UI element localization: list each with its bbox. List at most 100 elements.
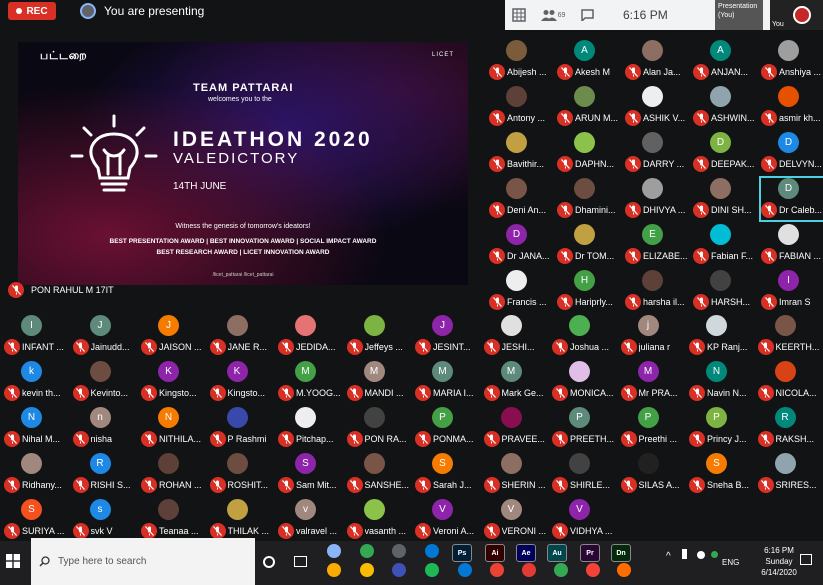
ae-app-icon[interactable]: Ae — [516, 544, 536, 562]
tray-chevron-icon[interactable]: ^ — [666, 551, 671, 562]
participant-tile[interactable]: s svk V — [71, 497, 141, 543]
pinned-app-icon[interactable] — [490, 563, 504, 577]
participant-tile[interactable]: Joshua ... — [550, 313, 620, 359]
dn-app-icon[interactable]: Dn — [611, 544, 631, 562]
participant-tile[interactable]: PRAVEE... — [482, 405, 552, 451]
participant-tile[interactable]: M Mark Ge... — [482, 359, 552, 405]
participant-tile[interactable]: S Sneha B... — [687, 451, 757, 497]
participant-tile[interactable]: Ridhany... — [2, 451, 72, 497]
participant-tile[interactable]: J Jainudd... — [71, 313, 141, 359]
participant-tile[interactable]: harsha il... — [623, 268, 693, 314]
pinned-app-icon[interactable] — [458, 563, 472, 577]
pinned-app-icon[interactable] — [586, 563, 600, 577]
participant-tile[interactable]: N Navin N... — [687, 359, 757, 405]
participant-tile[interactable]: Jeffeys ... — [345, 313, 415, 359]
participant-tile[interactable]: M MARIA I... — [413, 359, 483, 405]
au-app-icon[interactable]: Au — [547, 544, 567, 562]
participant-tile[interactable]: Alan Ja... — [623, 38, 693, 84]
participant-tile[interactable]: JANE R... — [208, 313, 278, 359]
participant-tile[interactable]: MONICA... — [550, 359, 620, 405]
self-video-tile[interactable]: You — [770, 0, 823, 30]
participant-tile[interactable]: JESHI... — [482, 313, 552, 359]
participant-tile[interactable]: k kevin th... — [2, 359, 72, 405]
participant-tile[interactable]: SRIRES... — [756, 451, 823, 497]
windows-start-icon[interactable] — [6, 554, 20, 573]
participant-tile[interactable]: D DELVYN... — [759, 130, 823, 176]
participant-tile[interactable]: R RISHI S... — [71, 451, 141, 497]
pinned-app-icon[interactable] — [392, 563, 406, 577]
participant-tile[interactable]: M M.YOOG... — [276, 359, 346, 405]
participant-tile[interactable]: ASHWIN... — [691, 84, 761, 130]
pr-app-icon[interactable]: Pr — [580, 544, 600, 562]
participant-tile[interactable]: KEERTH... — [756, 313, 823, 359]
ps-app-icon[interactable]: Ps — [452, 544, 472, 562]
participant-tile[interactable]: J JAISON ... — [139, 313, 209, 359]
participant-tile[interactable]: Deni An... — [487, 176, 557, 222]
system-clock[interactable]: 6:16 PM Sunday 6/14/2020 — [735, 541, 823, 585]
taskbar-search[interactable]: Type here to search — [31, 538, 255, 585]
participant-tile[interactable]: ROHAN ... — [139, 451, 209, 497]
participant-tile[interactable]: D DEEPAK... — [691, 130, 761, 176]
pinned-app-icon[interactable] — [360, 563, 374, 577]
participant-tile[interactable]: JEDIDA... — [276, 313, 346, 359]
participant-tile[interactable]: D Dr Caleb... — [759, 176, 823, 222]
pinned-app-icon[interactable] — [425, 563, 439, 577]
participant-tile[interactable]: J JESINT... — [413, 313, 483, 359]
participant-tile[interactable]: Kevinto... — [71, 359, 141, 405]
participant-tile[interactable]: S SURIYA ... — [2, 497, 72, 543]
pinned-app-icon[interactable] — [327, 544, 341, 558]
participant-tile[interactable]: Fabian F... — [691, 222, 761, 268]
participant-tile[interactable]: I Imran S — [759, 268, 823, 314]
participant-tile[interactable]: FABIAN ... — [759, 222, 823, 268]
participant-tile[interactable]: Dr TOM... — [555, 222, 625, 268]
participant-tile[interactable]: M Mr PRA... — [619, 359, 689, 405]
participant-tile[interactable]: vasanth ... — [345, 497, 415, 543]
participant-tile[interactable]: n nisha — [71, 405, 141, 451]
participant-tile[interactable]: P Preethi ... — [619, 405, 689, 451]
participant-tile[interactable]: DHIVYA ... — [623, 176, 693, 222]
participant-tile[interactable]: SANSHE... — [345, 451, 415, 497]
pinned-app-icon[interactable] — [554, 563, 568, 577]
participant-tile[interactable]: H Hariprly... — [555, 268, 625, 314]
participant-tile[interactable]: THILAK ... — [208, 497, 278, 543]
participant-tile[interactable]: M MANDI ... — [345, 359, 415, 405]
cortana-icon[interactable] — [263, 556, 275, 568]
participant-tile[interactable]: HARSH... — [691, 268, 761, 314]
battery-icon[interactable] — [682, 549, 687, 559]
people-button[interactable]: 69 — [533, 0, 573, 30]
participant-tile[interactable]: P Rashmi — [208, 405, 278, 451]
participant-tile[interactable]: P PONMA... — [413, 405, 483, 451]
participant-tile[interactable]: I INFANT ... — [2, 313, 72, 359]
participant-tile[interactable]: j juliana r — [619, 313, 689, 359]
pinned-app-icon[interactable] — [425, 544, 439, 558]
participant-tile[interactable]: A ANJAN... — [691, 38, 761, 84]
participant-tile[interactable]: DINI SH... — [691, 176, 761, 222]
ai-app-icon[interactable]: Ai — [485, 544, 505, 562]
participant-tile[interactable]: S Sarah J... — [413, 451, 483, 497]
participant-tile[interactable]: D Dr JANA... — [487, 222, 557, 268]
participant-tile[interactable]: DAPHN... — [555, 130, 625, 176]
participant-tile[interactable]: asmir kh... — [759, 84, 823, 130]
participant-tile[interactable]: P PREETH... — [550, 405, 620, 451]
participant-tile[interactable]: NICOLA... — [756, 359, 823, 405]
participant-tile[interactable]: N Nihal M... — [2, 405, 72, 451]
participant-tile[interactable]: SHIRLE... — [550, 451, 620, 497]
presentation-self-tile[interactable]: Presentation (You) — [715, 0, 763, 30]
participant-tile[interactable]: K Kingsto... — [139, 359, 209, 405]
grid-layout-icon[interactable] — [505, 0, 533, 30]
participant-tile[interactable]: Antony ... — [487, 84, 557, 130]
participant-tile[interactable]: E ELIZABE... — [623, 222, 693, 268]
participant-tile[interactable]: Dhamini... — [555, 176, 625, 222]
participant-tile[interactable]: K Kingsto... — [208, 359, 278, 405]
participant-tile[interactable]: A Akesh M — [555, 38, 625, 84]
participant-tile[interactable]: Abijesh ... — [487, 38, 557, 84]
participant-tile[interactable]: N NITHILA... — [139, 405, 209, 451]
participant-tile[interactable]: ASHIK V... — [623, 84, 693, 130]
chat-icon[interactable] — [573, 0, 601, 30]
pinned-app-icon[interactable] — [327, 563, 341, 577]
participant-tile[interactable]: PON RA... — [345, 405, 415, 451]
participant-tile[interactable]: Teanaa ... — [139, 497, 209, 543]
pinned-app-icon[interactable] — [617, 563, 631, 577]
participant-tile[interactable]: Francis ... — [487, 268, 557, 314]
participant-tile[interactable]: Pitchap... — [276, 405, 346, 451]
